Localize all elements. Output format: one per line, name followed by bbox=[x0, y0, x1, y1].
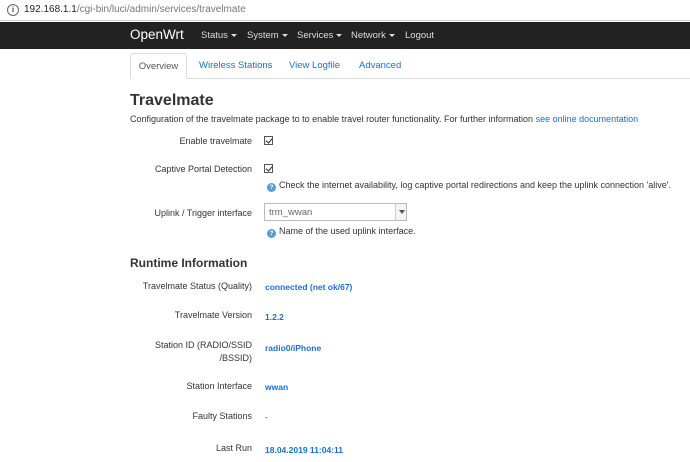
documentation-link[interactable]: see online documentation bbox=[536, 114, 639, 124]
tab-view-logfile[interactable]: View Logfile bbox=[289, 53, 340, 79]
runtime-status-value: connected (net ok/67) bbox=[265, 282, 353, 292]
info-icon[interactable]: i bbox=[7, 4, 19, 16]
uplink-interface-help: ? Name of the used uplink interface. bbox=[267, 226, 416, 238]
caret-down-icon bbox=[230, 33, 237, 37]
brand-logo[interactable]: OpenWrt bbox=[130, 27, 184, 42]
menu-system-label: System bbox=[247, 30, 279, 41]
tab-wireless-stations[interactable]: Wireless Stations bbox=[199, 53, 272, 79]
tab-advanced[interactable]: Advanced bbox=[359, 53, 401, 79]
menu-network-label: Network bbox=[351, 30, 386, 41]
menu-network[interactable]: Network bbox=[351, 30, 395, 41]
menu-services-label: Services bbox=[297, 30, 334, 41]
uplink-interface-value: trm_wwan bbox=[269, 207, 313, 218]
runtime-station-interface-value: wwan bbox=[265, 382, 289, 392]
url-host: 192.168.1.1 bbox=[24, 4, 77, 15]
runtime-last-run-label: Last Run bbox=[215, 443, 252, 453]
url-path: /cgi-bin/luci/admin/services/travelmate bbox=[76, 4, 246, 15]
menu-status-label: Status bbox=[201, 30, 228, 41]
runtime-station-interface-label: Station Interface bbox=[186, 381, 252, 391]
tab-overview[interactable]: Overview bbox=[130, 53, 187, 79]
top-navbar: OpenWrt Status System Services Network L… bbox=[0, 22, 690, 49]
captive-portal-label: Captive Portal Detection bbox=[154, 164, 252, 174]
uplink-interface-help-text: Name of the used uplink interface. bbox=[279, 226, 416, 236]
chevron-down-icon[interactable] bbox=[395, 204, 406, 220]
captive-portal-help: ? Check the internet availability, log ca… bbox=[267, 180, 671, 192]
description-text: Configuration of the travelmate package … bbox=[130, 114, 536, 124]
runtime-station-id-value: radio0/iPhone bbox=[265, 343, 322, 353]
menu-status[interactable]: Status bbox=[201, 30, 237, 41]
runtime-faulty-stations-value: - bbox=[265, 412, 268, 422]
url-text[interactable]: 192.168.1.1/cgi-bin/luci/admin/services/… bbox=[24, 4, 246, 15]
menu-logout[interactable]: Logout bbox=[405, 30, 434, 41]
menu-system[interactable]: System bbox=[247, 30, 288, 41]
runtime-status-label: Travelmate Status (Quality) bbox=[142, 281, 252, 291]
uplink-interface-select[interactable]: trm_wwan bbox=[264, 203, 407, 221]
help-icon: ? bbox=[267, 229, 276, 238]
enable-travelmate-label: Enable travelmate bbox=[179, 136, 252, 146]
help-icon: ? bbox=[267, 183, 276, 192]
runtime-version-value: 1.2.2 bbox=[265, 312, 284, 322]
runtime-last-run-value: 18.04.2019 11:04:11 bbox=[265, 445, 343, 455]
caret-down-icon bbox=[388, 33, 395, 37]
uplink-interface-label: Uplink / Trigger interface bbox=[154, 208, 252, 218]
runtime-version-label: Travelmate Version bbox=[174, 310, 252, 320]
captive-portal-checkbox[interactable] bbox=[264, 164, 273, 173]
browser-address-bar[interactable]: i 192.168.1.1/cgi-bin/luci/admin/service… bbox=[0, 0, 690, 21]
enable-travelmate-checkbox[interactable] bbox=[264, 136, 273, 145]
page-description: Configuration of the travelmate package … bbox=[130, 114, 638, 124]
runtime-station-id-label: Station ID (RADIO/SSID /BSSID) bbox=[154, 340, 252, 363]
runtime-section-title: Runtime Information bbox=[130, 256, 248, 270]
caret-down-icon bbox=[336, 33, 343, 37]
runtime-faulty-stations-label: Faulty Stations bbox=[192, 411, 252, 421]
page-title: Travelmate bbox=[130, 92, 214, 109]
captive-portal-help-text: Check the internet availability, log cap… bbox=[279, 180, 671, 190]
menu-services[interactable]: Services bbox=[297, 30, 343, 41]
caret-down-icon bbox=[281, 33, 288, 37]
